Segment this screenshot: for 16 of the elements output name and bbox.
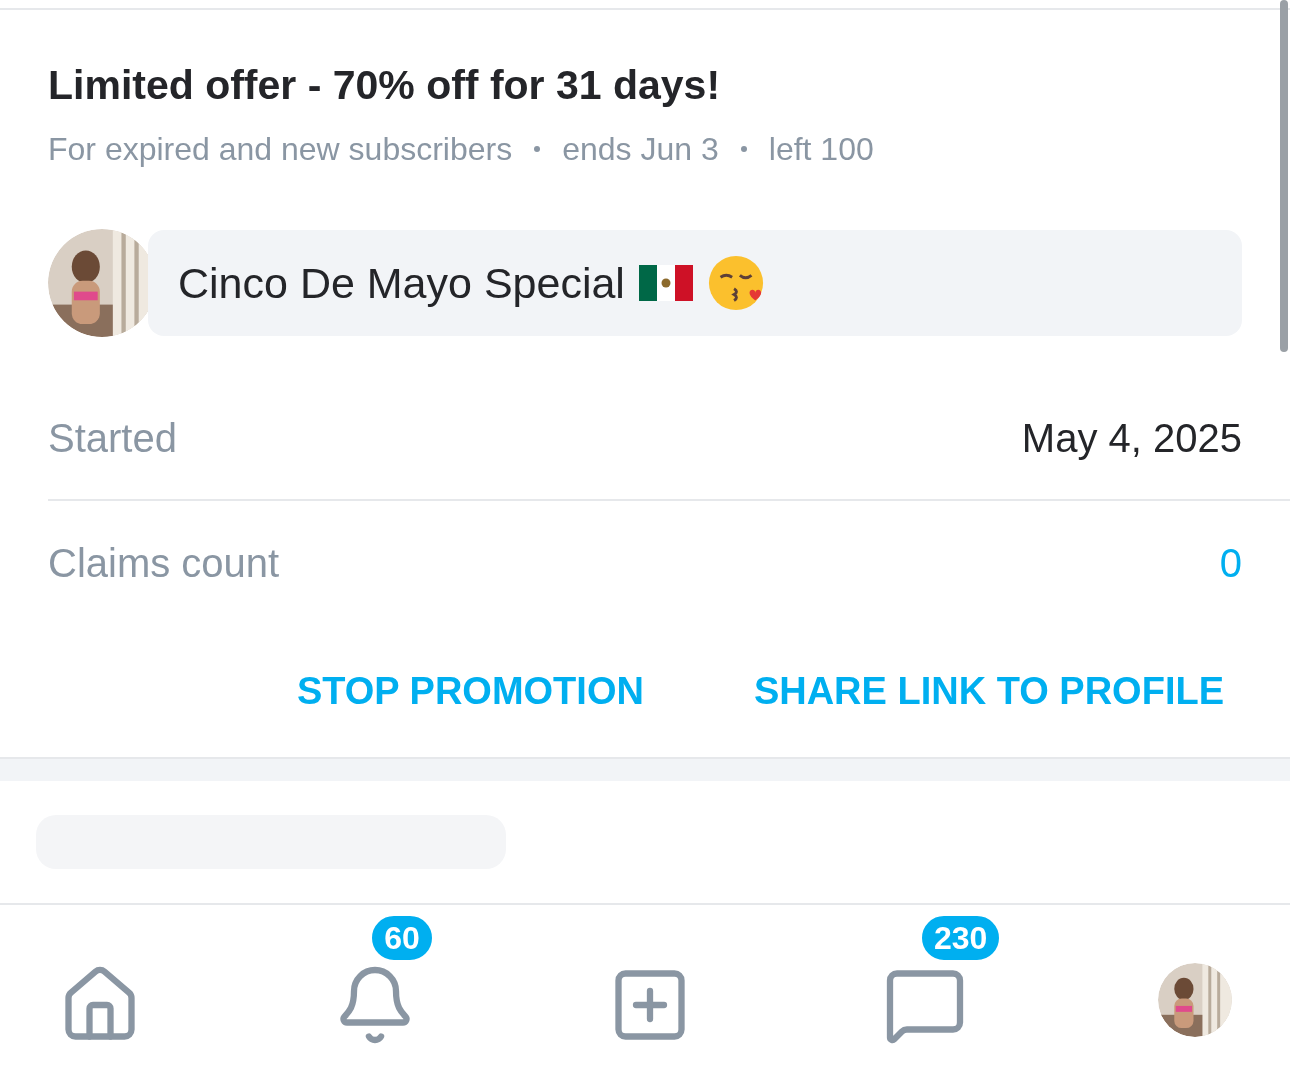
offer-detail: For expired and new subscribers (48, 130, 513, 170)
flag-icon (638, 265, 693, 302)
action-button[interactable]: STOP PROMOTION (296, 662, 644, 720)
kiss-emoji-icon (706, 254, 765, 313)
row-value[interactable]: 0 (1219, 533, 1242, 594)
dot-separator (534, 146, 541, 153)
offer-detail: ends Jun 3 (562, 130, 719, 170)
dot-separator (740, 146, 747, 153)
row-label: Claims count (48, 540, 280, 588)
offer-title: Limited offer - 70% off for 31 days! (48, 61, 722, 110)
scrollbar[interactable] (1280, 0, 1288, 352)
row-label: Started (48, 415, 177, 463)
action-button[interactable]: SHARE LINK TO PROFILE (753, 662, 1224, 720)
campaign-label: Cinco De Mayo Special (178, 258, 625, 309)
row-value: May 4, 2025 (1021, 415, 1242, 463)
offer-detail: left 100 (768, 130, 874, 170)
